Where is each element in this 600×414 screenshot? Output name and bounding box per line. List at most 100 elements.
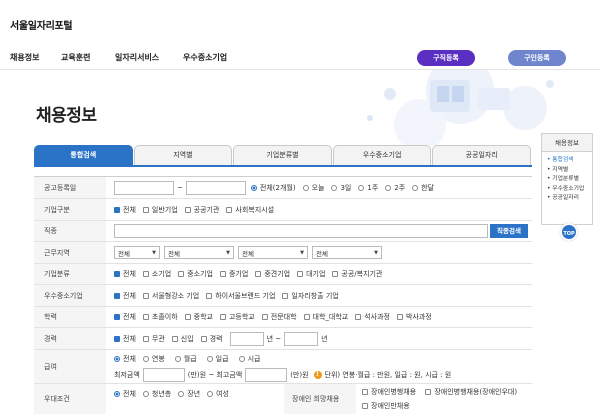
checkbox-company-general[interactable]: 일반기업 (142, 205, 178, 215)
checkbox-edu-high[interactable]: 고등학교 (219, 312, 255, 322)
checkbox-sme-job-creation[interactable]: 일자리창출 기업 (282, 291, 339, 301)
radio-icon (178, 391, 185, 397)
checkbox-icon (303, 314, 310, 320)
quick-menu-item-public[interactable]: • 공공일자리 (542, 194, 592, 204)
radio-date-all[interactable]: 전체(2개월) (250, 183, 296, 193)
checkbox-edu-elementary[interactable]: 초졸이하 (142, 312, 178, 322)
radio-salary-daily[interactable]: 일급 (206, 354, 229, 364)
quick-menu-item-company-class[interactable]: • 기업분류별 (542, 175, 592, 185)
salary-min-input[interactable] (142, 368, 185, 382)
radio-date-today[interactable]: 오늘 (302, 183, 324, 193)
radio-icon (250, 184, 257, 191)
checkbox-career-all[interactable]: 전체 (114, 334, 136, 344)
checkbox-edu-doctor[interactable]: 박사과정 (396, 312, 432, 322)
tab-excellent-sme[interactable]: 우수중소기업 (332, 145, 432, 166)
checkbox-company-all[interactable]: 전체 (114, 205, 136, 215)
label-preference: 우대조건 (34, 384, 106, 414)
checkbox-career-experienced[interactable]: 경력 (200, 334, 223, 344)
checkbox-company-welfare[interactable]: 사회복지시설 (226, 205, 274, 215)
radio-pref-senior[interactable]: 장년 (178, 389, 200, 399)
checkbox-disabled-parallel[interactable]: 장애인병행채용 (362, 387, 416, 397)
tab-underline (34, 165, 532, 167)
checkbox-icon (184, 206, 191, 213)
checkbox-company-public[interactable]: 공공기관 (184, 205, 219, 215)
label-post-date: 공고등록일 (34, 177, 106, 198)
radio-date-1week[interactable]: 1주 (358, 183, 378, 193)
nav-item-training[interactable]: 교육훈련 (61, 52, 90, 63)
checkbox-edu-master[interactable]: 석사과정 (355, 312, 390, 322)
area-select-3[interactable]: 전체 ▼ (238, 246, 308, 259)
checkbox-disabled-only[interactable]: 장애인만채용 (362, 401, 410, 411)
site-logo[interactable]: 서울일자리포털 (10, 17, 73, 32)
radio-salary-monthly[interactable]: 월급 (174, 354, 197, 364)
checkbox-icon (261, 314, 268, 320)
area-select-2[interactable]: 전체 ▼ (164, 246, 234, 259)
checkbox-sme-all[interactable]: 전체 (114, 291, 136, 301)
date-to-input[interactable] (185, 180, 246, 195)
checkbox-disabled-preferred[interactable]: 장애인병행채용(장애인우대) (425, 387, 517, 397)
checkbox-sme-seoul-strong[interactable]: 서울형강소 기업 (142, 291, 199, 301)
date-from-input[interactable] (114, 180, 174, 195)
career-years-separator: 년 ~ (266, 334, 282, 343)
checkbox-edu-university[interactable]: 대학_대학교 (303, 312, 348, 322)
radio-icon (412, 184, 419, 191)
tab-by-company-class[interactable]: 기업분류별 (233, 145, 332, 166)
radio-pref-women[interactable]: 여성 (207, 389, 229, 399)
checkbox-icon (362, 389, 368, 395)
radio-icon (302, 184, 309, 191)
checkbox-edu-middle[interactable]: 중학교 (184, 312, 213, 322)
checkbox-class-all[interactable]: 전체 (114, 269, 136, 279)
area-select-4[interactable]: 전체 ▼ (312, 246, 382, 259)
radio-salary-hourly[interactable]: 시급 (238, 354, 260, 364)
job-category-input[interactable] (114, 224, 488, 238)
tab-by-region[interactable]: 지역별 (133, 145, 233, 166)
tab-integrated-search[interactable]: 통합검색 (34, 145, 133, 166)
scroll-top-button[interactable]: TOP (560, 223, 578, 241)
quick-menu-item-region[interactable]: • 지역별 (542, 166, 592, 176)
radio-salary-all[interactable]: 전체 (114, 354, 136, 364)
checkbox-career-new[interactable]: 신입 (171, 334, 194, 344)
checkbox-class-sme[interactable]: 중소기업 (178, 269, 213, 279)
checkbox-edu-college[interactable]: 전문대학 (261, 312, 297, 322)
salary-max-label: (만)원 ~ 최고금액 (187, 371, 243, 379)
checkbox-icon (142, 335, 149, 342)
radio-salary-annual[interactable]: 연봉 (142, 354, 165, 364)
nav-item-jobs[interactable]: 채용정보 (10, 52, 39, 63)
hire-register-button[interactable]: 구인등록 (508, 50, 566, 66)
checkbox-career-any[interactable]: 무관 (142, 334, 165, 344)
quick-menu-item-sme[interactable]: • 우수중소기업 (542, 185, 592, 195)
nav-item-sme[interactable]: 우수중소기업 (183, 52, 227, 63)
area-select-1[interactable]: 전체 ▼ (114, 246, 160, 259)
nav-item-services[interactable]: 일자리서비스 (115, 52, 159, 63)
job-register-button[interactable]: 구직등록 (417, 50, 475, 66)
checkbox-class-medium[interactable]: 중기업 (219, 269, 248, 279)
checkbox-icon (171, 335, 178, 342)
checkbox-icon (178, 271, 185, 277)
radio-icon (206, 356, 213, 362)
row-salary: 급여 전체 연봉 월급 일급 시급 최저금액 (만)원 ~ 최고금액 (만)원 … (34, 350, 532, 384)
career-years-unit: 년 (321, 334, 328, 343)
radio-icon (238, 356, 245, 362)
checkbox-edu-all[interactable]: 전체 (114, 312, 136, 322)
checkbox-class-small[interactable]: 소기업 (142, 269, 171, 279)
career-years-from-input[interactable] (229, 331, 264, 346)
radio-pref-all[interactable]: 전체 (114, 389, 136, 399)
checkbox-class-large[interactable]: 대기업 (297, 269, 325, 279)
radio-icon (174, 356, 181, 362)
label-company-type: 기업구분 (34, 199, 106, 220)
checkbox-class-public-welfare[interactable]: 공공/복지기관 (332, 269, 382, 279)
quick-menu-item-integrated[interactable]: • 통합검색 (542, 156, 592, 166)
radio-date-3days[interactable]: 3일 (331, 183, 351, 193)
tab-public-jobs[interactable]: 공공일자리 (432, 145, 531, 166)
salary-max-input[interactable] (245, 368, 288, 382)
checkbox-sme-hiseoul[interactable]: 하이서울브랜드 기업 (206, 291, 275, 301)
job-search-button[interactable]: 직종검색 (490, 224, 528, 238)
search-form: 공고등록일 ~ 전체(2개월) 오늘 3일 1주 2주 한달 기업구분 전체 일… (34, 176, 532, 414)
checkbox-class-midsize[interactable]: 중견기업 (255, 269, 290, 279)
radio-pref-youth[interactable]: 청년층 (142, 389, 171, 399)
checkbox-icon (355, 314, 362, 320)
radio-date-1month[interactable]: 한달 (412, 183, 434, 193)
career-years-to-input[interactable] (284, 331, 319, 346)
radio-date-2weeks[interactable]: 2주 (385, 183, 405, 193)
chevron-down-icon: ▼ (374, 249, 378, 256)
